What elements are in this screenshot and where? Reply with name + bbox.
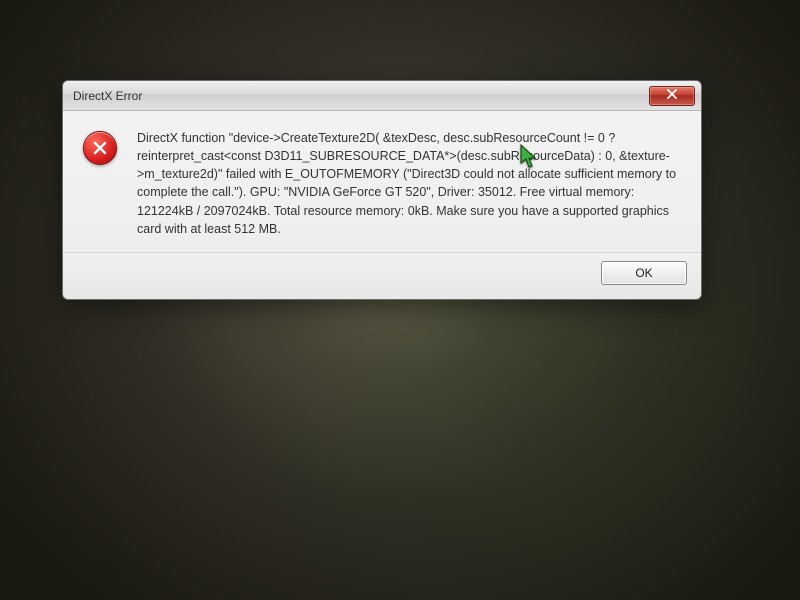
dialog-icon-column <box>83 129 123 238</box>
close-button[interactable] <box>649 86 695 106</box>
error-dialog: DirectX Error DirectX function "device->… <box>62 80 702 300</box>
desktop-wallpaper: DirectX Error DirectX function "device->… <box>0 0 800 600</box>
dialog-footer: OK <box>63 252 701 299</box>
dialog-body: DirectX function "device->CreateTexture2… <box>63 111 701 252</box>
dialog-title: DirectX Error <box>73 89 649 103</box>
close-icon <box>667 89 677 102</box>
ok-button[interactable]: OK <box>601 261 687 285</box>
error-icon <box>83 131 117 165</box>
mouse-cursor <box>520 144 538 173</box>
dialog-titlebar[interactable]: DirectX Error <box>63 81 701 111</box>
dialog-message: DirectX function "device->CreateTexture2… <box>137 129 681 238</box>
